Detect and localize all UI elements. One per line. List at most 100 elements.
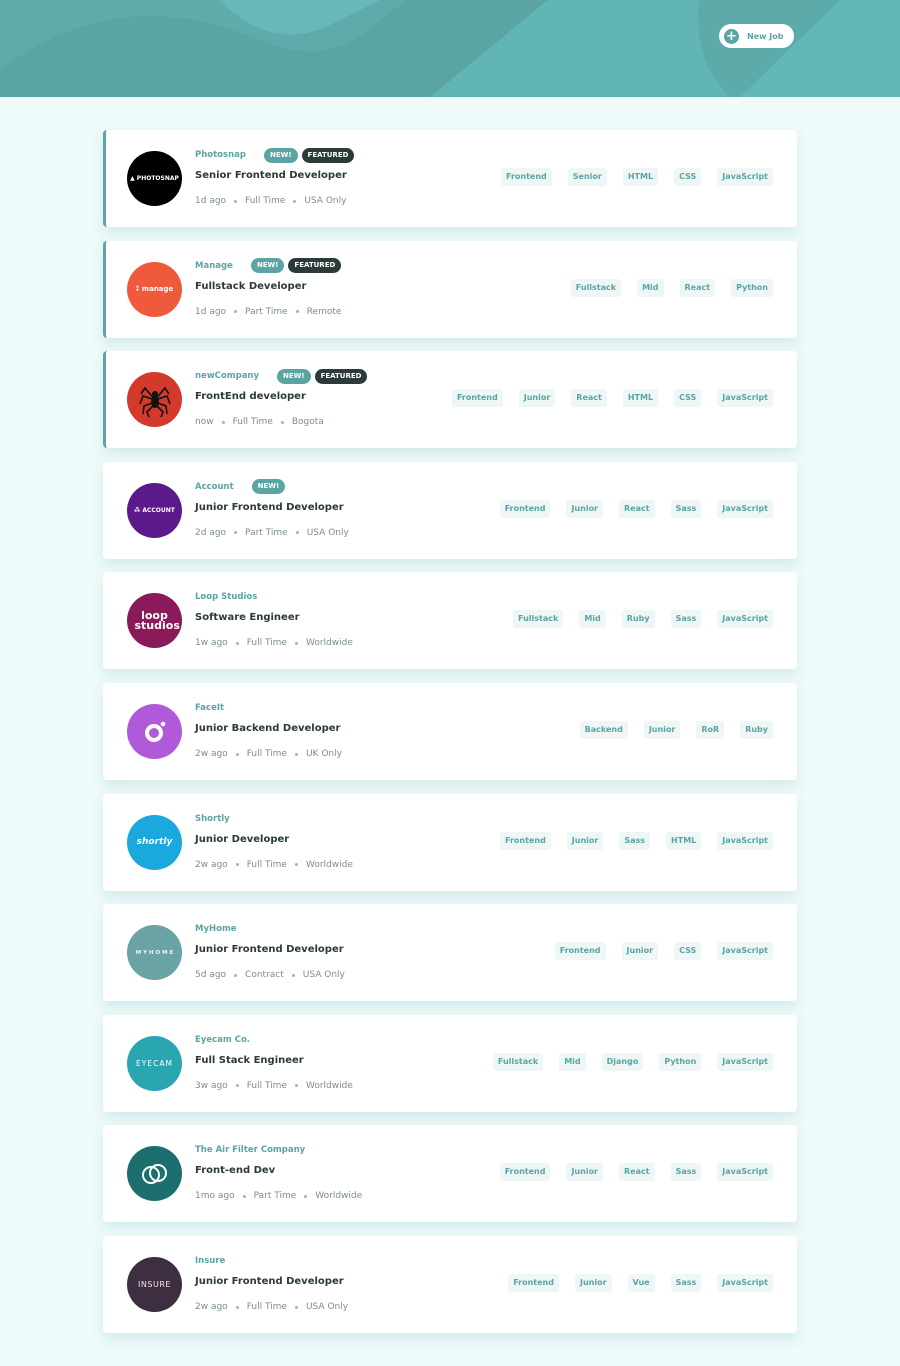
job-card[interactable]: newCompany NEW! FEATURED FrontEnd developer… [103, 351, 797, 449]
filter-tag[interactable]: Mid [637, 278, 664, 297]
filter-tag[interactable]: JavaScript [717, 1052, 773, 1071]
job-card[interactable]: ⁑ manage Manage NEW! FEATURED Fullstack Deve… [103, 240, 797, 338]
filter-tag[interactable]: JavaScript [717, 389, 773, 408]
job-posted: 2w ago [195, 749, 228, 759]
job-position-title[interactable]: Fullstack Developer [195, 281, 345, 295]
job-tags: Frontend Junior CSS JavaScript [539, 942, 773, 961]
job-header-row: Insure [195, 1252, 348, 1270]
job-position-title[interactable]: Junior Frontend Developer [195, 502, 349, 516]
job-location: Worldwide [305, 638, 353, 649]
filter-tag[interactable]: Junior [566, 499, 604, 518]
filter-tag[interactable]: RoR [696, 721, 725, 739]
company-name: Account [195, 481, 234, 492]
company-name: Insure [195, 1256, 226, 1266]
filter-tag[interactable]: React [679, 278, 716, 297]
separator-dot [235, 1305, 239, 1309]
separator-dot [234, 199, 238, 203]
filter-tag[interactable]: Fullstack [570, 278, 622, 297]
separator-dot [294, 1305, 298, 1309]
featured-badge: FEATURED [288, 258, 342, 274]
filter-tag[interactable]: Backend [579, 721, 628, 739]
featured-badge: FEATURED [314, 368, 368, 384]
job-posted: 1d ago [195, 196, 227, 206]
filter-tag[interactable]: JavaScript [717, 499, 773, 518]
filter-tag[interactable]: Sass [670, 499, 702, 518]
filter-tag[interactable]: CSS [674, 168, 702, 186]
filter-tag[interactable]: Python [659, 1052, 702, 1071]
filter-tag[interactable]: Senior [567, 168, 607, 186]
filter-tag[interactable]: CSS [674, 389, 702, 408]
job-position-title[interactable]: Junior Frontend Developer [195, 944, 345, 958]
filter-tag[interactable]: JavaScript [717, 168, 773, 186]
filter-tag[interactable]: JavaScript [717, 942, 773, 961]
filter-tag[interactable]: Frontend [554, 942, 606, 961]
filter-tag[interactable]: Fullstack [492, 1052, 544, 1071]
air-filter-icon [141, 1163, 167, 1184]
job-position-title[interactable]: Junior Backend Developer [195, 723, 342, 737]
job-posted: 5d ago [195, 970, 227, 981]
job-contract: Full Time [246, 638, 287, 649]
filter-tag[interactable]: HTML [622, 168, 659, 186]
job-position-title[interactable]: FrontEnd developer [195, 391, 371, 405]
filter-tag[interactable]: CSS [674, 942, 702, 961]
job-position-title[interactable]: Full Stack Engineer [195, 1055, 353, 1069]
job-card[interactable]: ▲ PHOTOSNAP Photosnap NEW! FEATURED Senior F… [103, 130, 797, 227]
filter-tag[interactable]: HTML [622, 389, 659, 408]
filter-tag[interactable]: Junior [566, 831, 604, 850]
job-position-title[interactable]: Software Engineer [195, 612, 353, 626]
job-position-title[interactable]: Front-end Dev [195, 1165, 362, 1179]
company-name: Loop Studios [195, 592, 258, 603]
filter-tag[interactable]: Frontend [500, 831, 551, 850]
filter-tag[interactable]: Junior [518, 389, 556, 408]
filter-tag[interactable]: HTML [666, 831, 702, 850]
job-posted: 2d ago [195, 527, 227, 538]
job-tags: Frontend Junior React Sass JavaScript [484, 499, 773, 518]
job-contract: Part Time [245, 306, 288, 317]
filter-tag[interactable]: Junior [574, 1274, 612, 1292]
filter-tag[interactable]: Junior [566, 1163, 604, 1182]
filter-tag[interactable]: React [571, 389, 607, 408]
filter-tag[interactable]: Vue [627, 1274, 655, 1292]
filter-tag[interactable]: JavaScript [717, 1274, 773, 1292]
job-info: FaceIt Junior Backend Developer 2w ago Full… [195, 699, 342, 761]
filter-tag[interactable]: JavaScript [717, 831, 773, 850]
filter-tag[interactable]: Python [731, 278, 773, 297]
separator-dot [293, 199, 297, 203]
job-card[interactable]: INSURE Insure Junior Frontend Developer 2w … [103, 1236, 797, 1333]
filter-tag[interactable]: Sass [670, 1274, 702, 1292]
filter-tag[interactable]: Fullstack [513, 610, 564, 629]
job-card[interactable]: EYECAM Eyecam Co. Full Stack Engineer 3w ag… [103, 1014, 797, 1112]
filter-tag[interactable]: JavaScript [717, 610, 773, 629]
job-position-title[interactable]: Senior Frontend Developer [195, 170, 358, 184]
filter-tag[interactable]: Sass [619, 831, 651, 850]
job-card[interactable]: ⁂ ACCOUNT Account NEW! Junior Frontend Deve… [103, 461, 797, 559]
job-contract: Full Time [246, 859, 287, 870]
filter-tag[interactable]: JavaScript [717, 1163, 773, 1182]
filter-tag[interactable]: Frontend [451, 389, 503, 408]
filter-tag[interactable]: Ruby [621, 610, 655, 629]
filter-tag[interactable]: React [619, 499, 655, 518]
job-card[interactable]: The Air Filter Company Front-end Dev 1mo a… [103, 1125, 797, 1223]
job-card[interactable]: shortly Shortly Junior Developer 2w ago Full… [103, 793, 797, 891]
filter-tag[interactable]: Mid [579, 610, 606, 629]
job-position-title[interactable]: Junior Developer [195, 834, 353, 848]
filter-tag[interactable]: Junior [621, 942, 659, 961]
job-card[interactable]: FaceIt Junior Backend Developer 2w ago Full… [103, 683, 797, 780]
filter-tag[interactable]: Ruby [740, 721, 773, 739]
job-position-title[interactable]: Junior Frontend Developer [195, 1276, 348, 1290]
new-job-button[interactable]: + New Job [719, 24, 794, 48]
filter-tag[interactable]: Junior [643, 721, 681, 739]
filter-tag[interactable]: Frontend [501, 168, 552, 186]
filter-tag[interactable]: Frontend [499, 1163, 551, 1182]
job-card[interactable]: M Y H O M E MyHome Junior Frontend Develop… [103, 904, 797, 1002]
filter-tag[interactable]: Frontend [508, 1274, 559, 1292]
filter-tag[interactable]: Django [601, 1052, 644, 1071]
filter-tag[interactable]: Mid [559, 1052, 586, 1071]
filter-tag[interactable]: Sass [670, 1163, 702, 1182]
filter-tag[interactable]: Sass [670, 610, 702, 629]
job-card[interactable]: loop studios Loop Studios Software Enginee… [103, 572, 797, 670]
company-logo: ⁂ ACCOUNT [127, 482, 182, 538]
filter-tag[interactable]: React [619, 1163, 655, 1182]
job-tags: Frontend Junior React HTML CSS JavaScript [436, 389, 773, 408]
filter-tag[interactable]: Frontend [499, 499, 551, 518]
